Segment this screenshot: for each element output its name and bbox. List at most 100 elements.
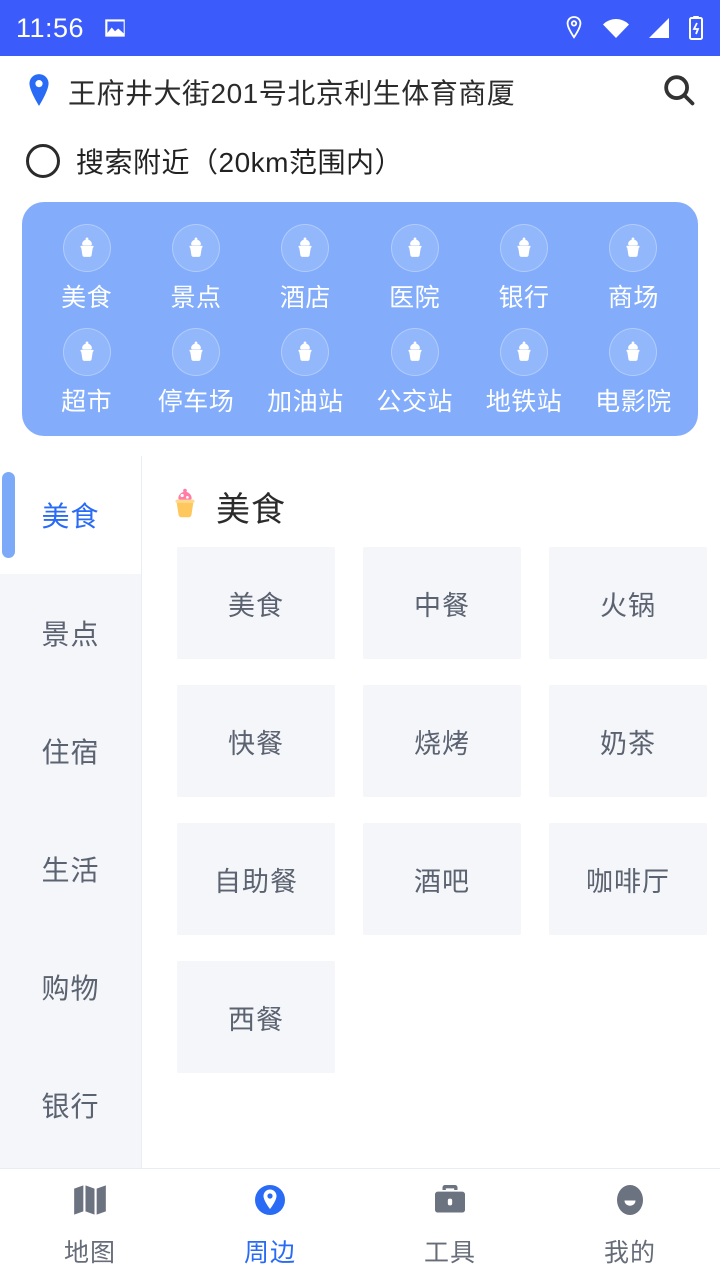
map-icon xyxy=(70,1180,110,1225)
cupcake-icon xyxy=(281,224,330,272)
subcategory-cell: 快餐 xyxy=(177,685,363,797)
quick-category-超市[interactable]: 超市 xyxy=(32,324,141,420)
subcategory-card-快餐[interactable]: 快餐 xyxy=(177,685,335,797)
status-time: 11:56 xyxy=(16,12,85,43)
section-header: 美食 xyxy=(142,456,720,547)
cupcake-icon xyxy=(390,328,439,376)
cupcake-icon xyxy=(609,224,658,272)
cupcake-icon xyxy=(499,328,548,376)
subcategory-card-烧烤[interactable]: 烧烤 xyxy=(363,685,521,797)
subcategory-card-酒吧[interactable]: 酒吧 xyxy=(363,823,521,935)
cupcake-icon xyxy=(281,328,330,376)
wifi-icon xyxy=(602,16,630,40)
bottom-nav-item-我的[interactable]: 我的 xyxy=(540,1180,720,1269)
cupcake-icon xyxy=(609,328,658,376)
subcategory-cell: 中餐 xyxy=(363,547,549,659)
cupcake-icon xyxy=(62,224,111,272)
subcategory-cell: 西餐 xyxy=(177,961,363,1073)
quick-category-加油站[interactable]: 加油站 xyxy=(251,324,360,420)
quick-category-电影院[interactable]: 电影院 xyxy=(579,324,688,420)
subcategory-label: 西餐 xyxy=(228,1004,284,1035)
bottom-nav-item-工具[interactable]: 工具 xyxy=(360,1180,540,1269)
content-area: 美食 景点 住宿 生活 购物 银行 美食 美食 中餐 火锅 快餐 烧烤 奶茶 自助餐 酒吧 咖啡厅 西餐 xyxy=(0,456,720,1168)
subcategory-card-自助餐[interactable]: 自助餐 xyxy=(177,823,335,935)
quick-category-商场[interactable]: 商场 xyxy=(579,220,688,316)
subcategory-card-咖啡厅[interactable]: 咖啡厅 xyxy=(549,823,707,935)
bottom-nav-item-地图[interactable]: 地图 xyxy=(0,1180,180,1269)
sidebar-item-购物[interactable]: 购物 xyxy=(0,928,141,1046)
sidebar-item-生活[interactable]: 生活 xyxy=(0,810,141,928)
quick-category-label: 银行 xyxy=(498,284,550,312)
address-text: 王府井大街201号北京利生体育商厦 xyxy=(68,78,516,109)
cellular-signal-icon xyxy=(647,16,671,40)
subcategory-card-中餐[interactable]: 中餐 xyxy=(363,547,521,659)
category-side-nav: 美食景点住宿生活购物银行 xyxy=(0,456,142,1168)
subcategory-card-火锅[interactable]: 火锅 xyxy=(549,547,707,659)
location-pin-filled-icon xyxy=(250,1180,290,1225)
subcategory-label: 快餐 xyxy=(228,728,284,759)
subcategory-card-美食[interactable]: 美食 xyxy=(177,547,335,659)
subcategory-label: 自助餐 xyxy=(214,866,298,897)
sidebar-item-住宿[interactable]: 住宿 xyxy=(0,692,141,810)
cupcake-icon xyxy=(499,224,548,272)
subcategory-cell: 咖啡厅 xyxy=(549,823,720,935)
subcategory-cell-empty xyxy=(363,961,549,1073)
cupcake-icon xyxy=(390,224,439,272)
quick-category-label: 电影院 xyxy=(595,388,672,416)
quick-category-label: 景点 xyxy=(170,284,222,312)
bottom-nav-item-周边[interactable]: 周边 xyxy=(180,1180,360,1269)
quick-category-label: 美食 xyxy=(61,284,113,312)
search-icon[interactable] xyxy=(642,71,698,114)
quick-category-银行[interactable]: 银行 xyxy=(469,220,578,316)
quick-category-公交站[interactable]: 公交站 xyxy=(360,324,469,420)
empty-slot xyxy=(363,961,521,1073)
quick-category-医院[interactable]: 医院 xyxy=(360,220,469,316)
status-left-icons xyxy=(102,15,128,41)
quick-category-grid: 美食 景点 酒店 医院 银行 商场超市 停车场 加油站 公交站 地铁站 电影院 xyxy=(32,220,688,420)
location-pin-icon xyxy=(26,73,52,112)
quick-category-label: 公交站 xyxy=(376,388,453,416)
sidebar-item-label: 购物 xyxy=(41,973,100,1004)
subcategory-label: 酒吧 xyxy=(414,866,470,897)
nearby-search-toggle[interactable]: 搜索附近（20km范围内） xyxy=(0,128,720,194)
subcategory-cell: 自助餐 xyxy=(177,823,363,935)
sidebar-item-银行[interactable]: 银行 xyxy=(0,1046,141,1164)
subcategory-card-奶茶[interactable]: 奶茶 xyxy=(549,685,707,797)
subcategory-label: 咖啡厅 xyxy=(586,866,670,897)
subcategory-label: 中餐 xyxy=(414,590,470,621)
subcategory-cell-empty xyxy=(549,961,720,1073)
subcategory-label: 火锅 xyxy=(600,590,656,621)
sidebar-item-label: 景点 xyxy=(41,619,100,650)
cupcake-icon xyxy=(171,224,220,272)
sidebar-item-label: 住宿 xyxy=(41,737,100,768)
category-detail-panel: 美食 美食 中餐 火锅 快餐 烧烤 奶茶 自助餐 酒吧 咖啡厅 西餐 xyxy=(142,456,720,1168)
battery-charging-icon xyxy=(688,15,704,41)
address-bar[interactable]: 王府井大街201号北京利生体育商厦 xyxy=(0,56,720,128)
quick-category-酒店[interactable]: 酒店 xyxy=(251,220,360,316)
quick-category-label: 医院 xyxy=(389,284,441,312)
cupcake-icon xyxy=(62,328,111,376)
sidebar-item-景点[interactable]: 景点 xyxy=(0,574,141,692)
nearby-radio-circle[interactable] xyxy=(26,144,60,178)
quick-category-景点[interactable]: 景点 xyxy=(141,220,250,316)
quick-category-美食[interactable]: 美食 xyxy=(32,220,141,316)
quick-category-停车场[interactable]: 停车场 xyxy=(141,324,250,420)
sidebar-item-label: 银行 xyxy=(41,1091,100,1122)
nearby-label: 搜索附近（20km范围内） xyxy=(76,147,403,178)
subcategory-cell: 火锅 xyxy=(549,547,720,659)
quick-category-panel: 美食 景点 酒店 医院 银行 商场超市 停车场 加油站 公交站 地铁站 电影院 xyxy=(22,202,698,436)
briefcase-icon xyxy=(430,1180,470,1225)
empty-slot xyxy=(549,961,707,1073)
subcategory-cell: 美食 xyxy=(177,547,363,659)
account-avatar-icon xyxy=(610,1180,650,1225)
status-bar: 11:56 xyxy=(0,0,720,56)
location-pin-icon xyxy=(563,15,585,41)
subcategory-cell: 奶茶 xyxy=(549,685,720,797)
subcategory-card-西餐[interactable]: 西餐 xyxy=(177,961,335,1073)
quick-category-地铁站[interactable]: 地铁站 xyxy=(469,324,578,420)
subcategory-grid: 美食 中餐 火锅快餐 烧烤 奶茶自助餐 酒吧 咖啡厅西餐 xyxy=(142,547,720,1073)
quick-category-label: 商场 xyxy=(607,284,659,312)
quick-category-label: 加油站 xyxy=(267,388,344,416)
bottom-nav-label: 周边 xyxy=(243,1239,296,1267)
sidebar-item-美食[interactable]: 美食 xyxy=(0,456,141,574)
